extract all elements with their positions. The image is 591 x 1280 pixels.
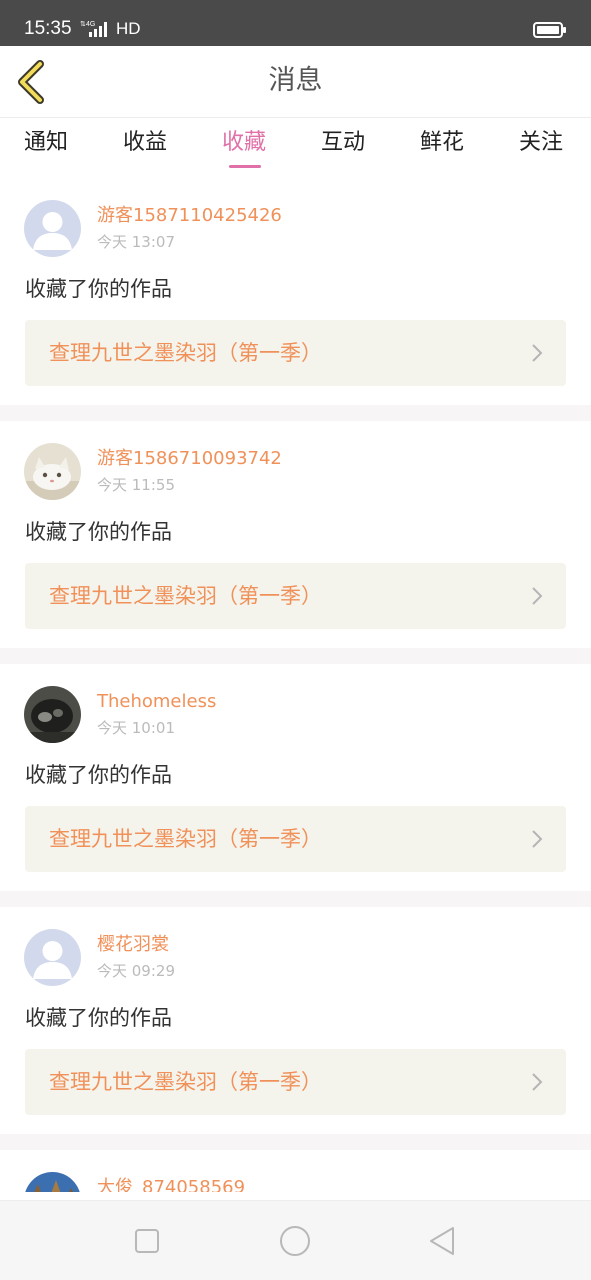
header: 消息: [0, 46, 591, 118]
message-item: 大俊_874058569: [0, 1152, 591, 1192]
chevron-right-icon: [532, 344, 543, 362]
chevron-right-icon: [532, 830, 543, 848]
message-item: 游客1587110425426 今天 13:07 收藏了你的作品 查理九世之墨染…: [0, 180, 591, 423]
username[interactable]: Thehomeless: [97, 690, 216, 714]
tab-bar: 通知 收益 收藏 互动 鲜花 关注: [0, 118, 591, 180]
action-text: 收藏了你的作品: [25, 277, 172, 301]
work-link[interactable]: 查理九世之墨染羽（第一季）: [25, 1049, 566, 1115]
status-time: 15:35: [24, 18, 72, 39]
status-bar: 15:35 ⇅ 4G HD: [0, 0, 591, 46]
dark-photo-avatar: [24, 686, 81, 743]
work-link[interactable]: 查理九世之墨染羽（第一季）: [25, 563, 566, 629]
landscape-photo-avatar: [24, 1172, 81, 1192]
avatar[interactable]: [24, 929, 81, 986]
username[interactable]: 樱花羽裳: [97, 933, 169, 957]
divider: [0, 405, 591, 421]
battery-icon: [533, 22, 566, 38]
tab-favorites[interactable]: 收藏: [222, 128, 266, 158]
avatar[interactable]: [24, 686, 81, 743]
recent-apps-icon[interactable]: [129, 1223, 165, 1259]
active-tab-indicator: [229, 165, 261, 168]
avatar[interactable]: [24, 1172, 81, 1192]
page-title: 消息: [268, 65, 323, 96]
username[interactable]: 游客1587110425426: [97, 204, 282, 228]
chevron-right-icon: [532, 1073, 543, 1091]
work-link[interactable]: 查理九世之墨染羽（第一季）: [25, 806, 566, 872]
message-item: 樱花羽裳 今天 09:29 收藏了你的作品 查理九世之墨染羽（第一季）: [0, 909, 591, 1152]
hd-indicator: HD: [116, 19, 141, 38]
timestamp: 今天 09:29: [97, 962, 175, 980]
svg-text:4G: 4G: [86, 21, 95, 28]
tab-notifications[interactable]: 通知: [24, 128, 68, 158]
work-title: 查理九世之墨染羽（第一季）: [49, 827, 322, 851]
username[interactable]: 游客1586710093742: [97, 447, 282, 471]
work-link[interactable]: 查理九世之墨染羽（第一季）: [25, 320, 566, 386]
tab-flowers[interactable]: 鲜花: [420, 128, 464, 158]
signal-icon: ⇅ 4G: [80, 21, 107, 37]
divider: [0, 891, 591, 907]
work-title: 查理九世之墨染羽（第一季）: [49, 584, 322, 608]
divider: [0, 1134, 591, 1150]
work-title: 查理九世之墨染羽（第一季）: [49, 1070, 322, 1094]
default-avatar-icon: [24, 929, 81, 986]
tab-earnings[interactable]: 收益: [123, 128, 167, 158]
avatar[interactable]: [24, 200, 81, 257]
timestamp: 今天 10:01: [97, 719, 175, 737]
system-nav-bar: [0, 1200, 591, 1280]
tab-interactions[interactable]: 互动: [321, 128, 365, 158]
action-text: 收藏了你的作品: [25, 1006, 172, 1030]
action-text: 收藏了你的作品: [25, 520, 172, 544]
message-item: 游客1586710093742 今天 11:55 收藏了你的作品 查理九世之墨染…: [0, 423, 591, 666]
cat-photo-avatar: [24, 443, 81, 500]
username[interactable]: 大俊_874058569: [97, 1176, 245, 1192]
timestamp: 今天 13:07: [97, 233, 175, 251]
tab-follows[interactable]: 关注: [519, 128, 563, 158]
action-text: 收藏了你的作品: [25, 763, 172, 787]
chevron-right-icon: [532, 587, 543, 605]
work-title: 查理九世之墨染羽（第一季）: [49, 341, 322, 365]
message-list: 游客1587110425426 今天 13:07 收藏了你的作品 查理九世之墨染…: [0, 180, 591, 1192]
message-item: Thehomeless 今天 10:01 收藏了你的作品 查理九世之墨染羽（第一…: [0, 666, 591, 909]
timestamp: 今天 11:55: [97, 476, 175, 494]
avatar[interactable]: [24, 443, 81, 500]
home-icon[interactable]: [277, 1223, 313, 1259]
divider: [0, 648, 591, 664]
back-icon[interactable]: [425, 1223, 461, 1259]
default-avatar-icon: [24, 200, 81, 257]
